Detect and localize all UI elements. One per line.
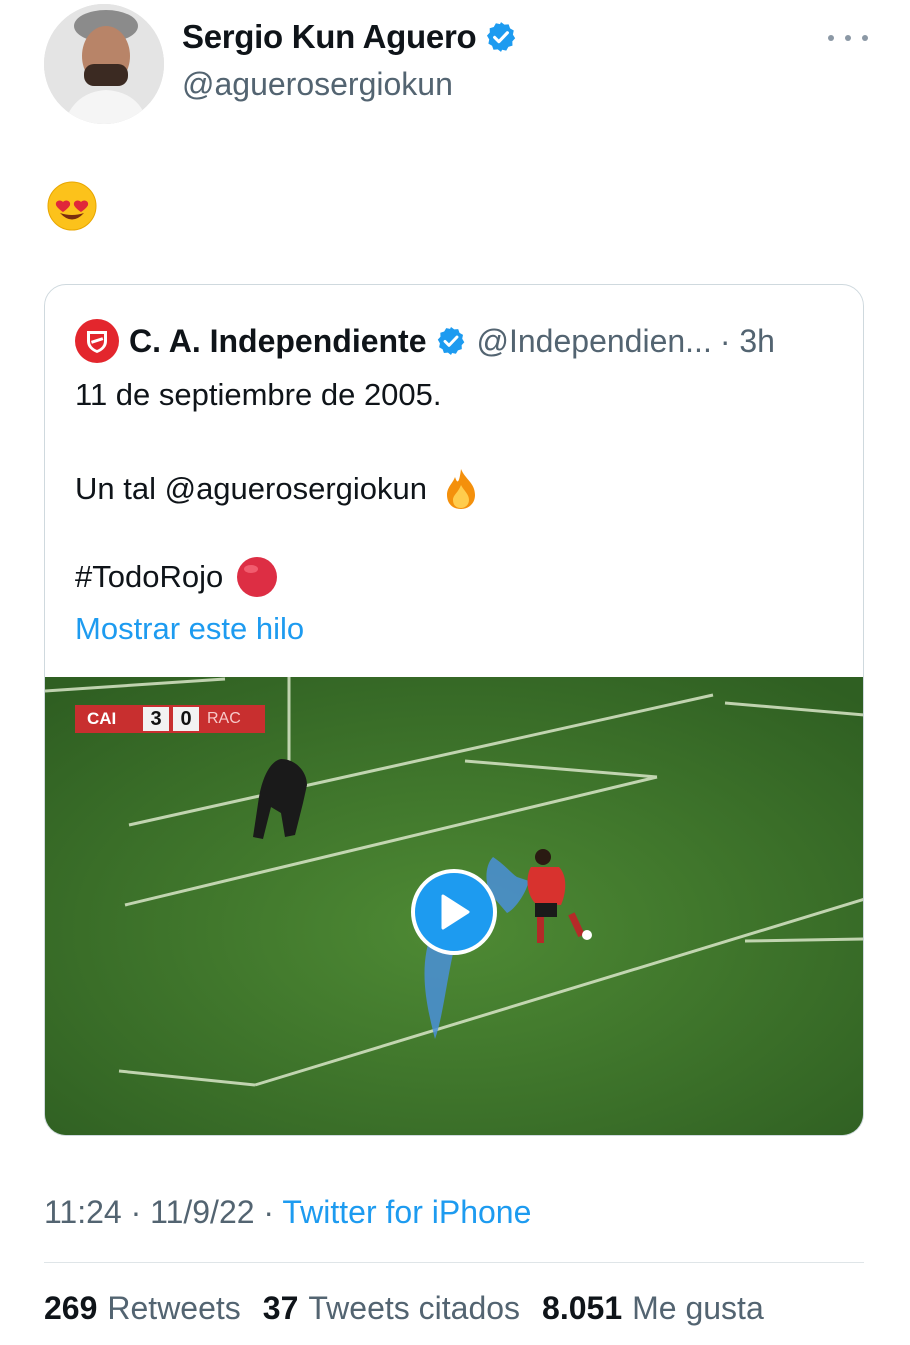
quoted-tweet-card[interactable]: C. A. Independiente @Independien... · 3h… [44, 284, 864, 1136]
retweets-stat[interactable]: 269 Retweets [44, 1290, 241, 1327]
scoreboard-away-team: RAC [207, 710, 241, 727]
scoreboard-home-goals: 3 [150, 708, 162, 730]
fire-emoji-icon [447, 469, 476, 509]
club-crest-icon [87, 331, 107, 353]
quoted-tweet-time[interactable]: · 3h [720, 323, 775, 360]
quoted-tweet-header: C. A. Independiente @Independien... · 3h [75, 319, 775, 363]
quotes-label: Tweets citados [308, 1290, 521, 1326]
quoted-tweet-text: Un tal @aguerosergiokun [75, 471, 428, 506]
verified-badge-icon [437, 327, 464, 355]
verified-badge-icon [487, 22, 516, 52]
dot [828, 35, 834, 41]
scoreboard-away-goals: 0 [180, 708, 192, 730]
separator: · [130, 1194, 142, 1230]
dot [845, 35, 851, 41]
red-circle-emoji-icon [237, 557, 278, 597]
avatar-image [44, 4, 164, 124]
quoted-tweet-line-hashtag: #TodoRojo [75, 555, 279, 599]
quoted-tweet-line: 11 de septiembre de 2005. [75, 377, 442, 412]
heart-eyes-emoji-icon [47, 181, 97, 231]
tweet-time[interactable]: 11:24 [44, 1194, 122, 1230]
quoted-author-handle[interactable]: @Independien... [477, 323, 712, 360]
retweets-count: 269 [44, 1290, 98, 1326]
author-avatar[interactable] [44, 4, 164, 124]
video-thumbnail[interactable]: CAI 3 0 RAC [45, 677, 863, 1135]
scoreboard-home-team: CAI [87, 709, 117, 728]
quoted-author-avatar[interactable] [75, 319, 119, 363]
likes-count: 8.051 [542, 1290, 623, 1326]
play-button[interactable] [411, 869, 497, 955]
show-thread-link[interactable]: Mostrar este hilo [75, 611, 304, 647]
quoted-author-name[interactable]: C. A. Independiente [129, 323, 427, 360]
tweet-source-link[interactable]: Twitter for iPhone [282, 1194, 531, 1230]
quoted-tweet-line-mention: Un tal @aguerosergiokun [75, 467, 481, 511]
tweet-date[interactable]: 11/9/22 [150, 1194, 254, 1230]
separator: · [263, 1194, 275, 1230]
tweet-stats: 269 Retweets 37 Tweets citados 8.051 Me gus… [44, 1290, 786, 1327]
tweet-metadata: 11:24 · 11/9/22 · Twitter for iPhone [44, 1194, 531, 1231]
likes-label: Me gusta [632, 1290, 764, 1326]
dot [862, 35, 868, 41]
hashtag-text: #TodoRojo [75, 559, 224, 594]
likes-stat[interactable]: 8.051 Me gusta [542, 1290, 764, 1327]
quote-tweets-stat[interactable]: 37 Tweets citados [263, 1290, 520, 1327]
divider [44, 1262, 864, 1263]
author-name-row[interactable]: Sergio Kun Aguero [182, 18, 518, 56]
retweets-label: Retweets [107, 1290, 241, 1326]
author-handle[interactable]: @aguerosergiokun [182, 66, 453, 103]
more-options-icon[interactable] [828, 26, 868, 50]
play-icon [441, 894, 470, 930]
quotes-count: 37 [262, 1290, 299, 1326]
author-name[interactable]: Sergio Kun Aguero [182, 18, 477, 56]
